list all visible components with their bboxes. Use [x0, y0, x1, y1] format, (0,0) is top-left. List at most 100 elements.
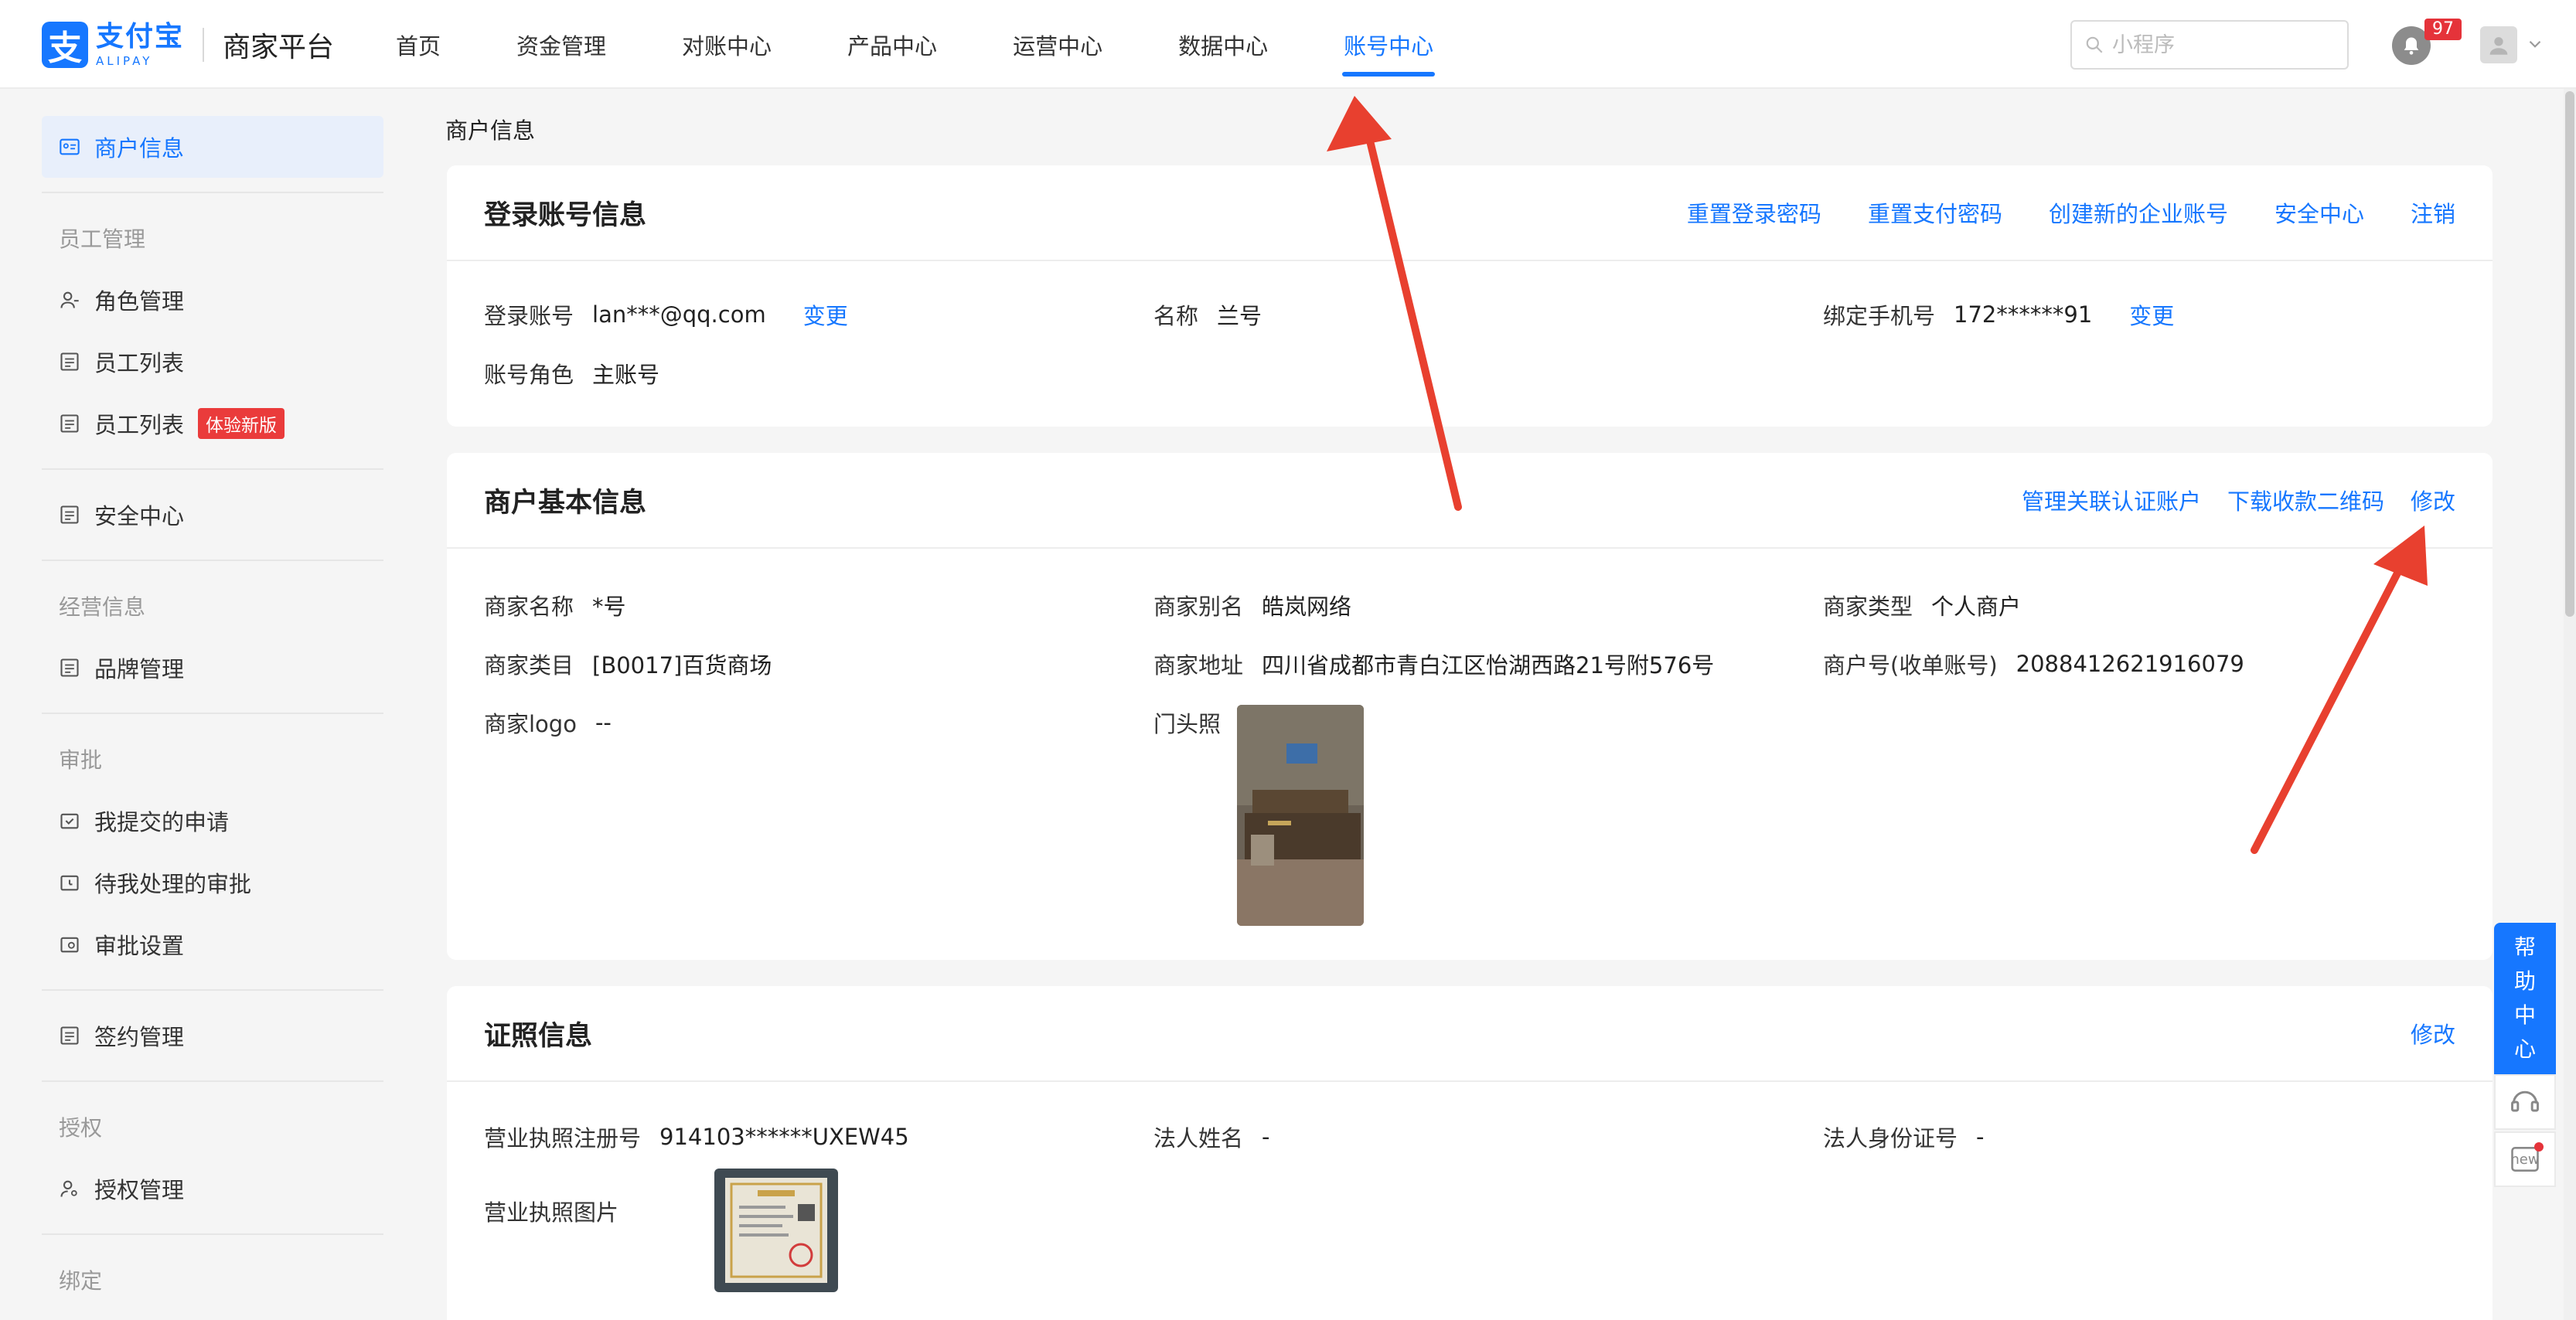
sidebar-item-label: 角色管理: [94, 288, 185, 315]
field-value: [B0017]百货商场: [592, 652, 772, 679]
divider: [42, 468, 383, 470]
license-image[interactable]: [714, 1169, 838, 1292]
help-center-button[interactable]: 帮 助 中 心: [2494, 923, 2556, 1074]
account-role-field: 账号角色 主账号: [484, 357, 659, 390]
logo-divider: [203, 28, 205, 62]
nav-funds[interactable]: 资金管理: [516, 0, 606, 89]
field-label: 绑定手机号: [1823, 303, 1936, 329]
change-phone-link[interactable]: 变更: [2129, 298, 2174, 331]
sidebar-item-label: 品牌管理: [94, 656, 185, 682]
logo-english: ALIPAY: [96, 53, 153, 68]
field-value: lan***@qq.com: [592, 301, 766, 328]
nav-products[interactable]: 产品中心: [847, 0, 937, 89]
sidebar-item-contracts[interactable]: 签约管理: [42, 1005, 383, 1067]
divider: [42, 989, 383, 991]
sidebar-item-label: 审批设置: [94, 933, 185, 959]
help-char: 心: [2513, 1036, 2536, 1062]
list-doc-icon: [60, 352, 79, 371]
sidebar-item-label: 签约管理: [94, 1024, 185, 1050]
sidebar-item-staff-list[interactable]: 员工列表: [42, 331, 383, 393]
notification-count-badge: 97: [2424, 19, 2462, 40]
sidebar-item-security[interactable]: 安全中心: [42, 484, 383, 546]
sidebar-item-brand[interactable]: 品牌管理: [42, 637, 383, 699]
avatar[interactable]: [2480, 26, 2517, 63]
edit-basic-info-link[interactable]: 修改: [2411, 484, 2455, 516]
license-info-card: 证照信息 修改 营业执照注册号 914103******UXEW45 法人姓名 …: [447, 986, 2493, 1320]
top-bar: 支 支付宝 ALIPAY 商家平台 首页 资金管理 对账中心 产品中心 运营中心…: [0, 0, 2576, 89]
field-value: 四川省成都市青白江区怡湖西路21号附576号: [1262, 652, 1715, 679]
field-value: -: [1976, 1124, 1985, 1150]
new-label: new: [2510, 1151, 2540, 1168]
trial-version-tag[interactable]: 体验新版: [198, 408, 285, 439]
main-nav: 首页 资金管理 对账中心 产品中心 运营中心 数据中心 账号中心: [396, 0, 1509, 89]
scrollbar-thumb[interactable]: [2565, 91, 2574, 617]
merchant-pid-field: 商户号(收单账号) 2088412621916079: [1823, 648, 2244, 680]
field-label: 名称: [1153, 303, 1199, 329]
sidebar-group-business: 经营信息: [59, 594, 146, 620]
sidebar-item-label: 员工列表: [94, 412, 185, 438]
edit-license-link[interactable]: 修改: [2411, 1017, 2455, 1050]
merchant-address-field: 商家地址 四川省成都市青白江区怡湖西路21号附576号: [1153, 648, 1714, 680]
chevron-down-icon[interactable]: [2525, 34, 2545, 54]
field-value: 172******91: [1954, 301, 2093, 328]
divider: [42, 1233, 383, 1235]
bound-phone-field: 绑定手机号 172******91 变更: [1823, 298, 2174, 331]
nav-data[interactable]: 数据中心: [1178, 0, 1268, 89]
customer-service-button[interactable]: [2494, 1074, 2556, 1130]
sidebar-item-label: 待我处理的审批: [94, 871, 252, 897]
legal-person-name-field: 法人姓名 -: [1153, 1121, 1269, 1153]
reset-login-password-link[interactable]: 重置登录密码: [1687, 196, 1821, 229]
field-label: 商家类目: [484, 652, 574, 679]
sidebar: 商户信息 员工管理 角色管理 员工列表 员工列表 体验新版 安全中心 经营信息 …: [42, 116, 383, 1311]
download-qr-code-link[interactable]: 下载收款二维码: [2227, 484, 2384, 516]
sidebar-item-label: 授权管理: [94, 1177, 185, 1203]
card-title: 登录账号信息: [484, 199, 647, 231]
sidebar-item-label: 我提交的申请: [94, 809, 230, 835]
nav-reconciliation[interactable]: 对账中心: [682, 0, 772, 89]
logo-name: 支付宝: [96, 20, 185, 53]
sidebar-item-label: 员工列表: [94, 350, 185, 376]
search-input[interactable]: [2112, 32, 2336, 57]
create-enterprise-account-link[interactable]: 创建新的企业账号: [2049, 196, 2228, 229]
field-value: -: [1262, 1124, 1270, 1150]
card-title: 商户基本信息: [484, 487, 647, 519]
search-icon: [2086, 36, 2103, 53]
check-calendar-icon: [60, 813, 79, 829]
merchant-name-field: 商家名称 *号: [484, 589, 626, 621]
field-value: 914103******UXEW45: [659, 1124, 909, 1150]
legal-person-id-field: 法人身份证号 -: [1823, 1121, 1984, 1153]
cancel-account-link[interactable]: 注销: [2411, 196, 2455, 229]
field-label: 法人身份证号: [1823, 1125, 1958, 1152]
reset-payment-password-link[interactable]: 重置支付密码: [1868, 196, 2002, 229]
search-box[interactable]: [2070, 20, 2349, 70]
field-label: 商家别名: [1153, 594, 1244, 620]
sidebar-item-staff-list-new[interactable]: 员工列表 体验新版: [42, 393, 383, 454]
nav-account-center[interactable]: 账号中心: [1342, 0, 1436, 89]
sidebar-item-authorization[interactable]: 授权管理: [42, 1158, 383, 1220]
nav-home[interactable]: 首页: [396, 0, 441, 89]
change-account-link[interactable]: 变更: [803, 298, 848, 331]
sidebar-item-pending-approvals[interactable]: 待我处理的审批: [42, 852, 383, 913]
alipay-logo[interactable]: 支 支付宝 ALIPAY 商家平台: [42, 22, 334, 68]
sidebar-item-roles[interactable]: 角色管理: [42, 269, 383, 331]
whats-new-button[interactable]: new: [2494, 1131, 2556, 1187]
nav-operations[interactable]: 运营中心: [1013, 0, 1102, 89]
field-value: --: [595, 709, 612, 736]
sidebar-item-my-applications[interactable]: 我提交的申请: [42, 790, 383, 852]
divider: [42, 1080, 383, 1082]
merchant-alias-field: 商家别名 皓岚网络: [1153, 589, 1351, 621]
field-label: 商家logo: [484, 711, 577, 737]
manage-linked-accounts-link[interactable]: 管理关联认证账户: [2022, 484, 2201, 516]
merchant-category-field: 商家类目 [B0017]百货商场: [484, 648, 772, 680]
divider: [42, 560, 383, 561]
sidebar-item-approval-settings[interactable]: 审批设置: [42, 913, 383, 975]
security-center-link[interactable]: 安全中心: [2274, 196, 2364, 229]
sidebar-item-merchant-info[interactable]: 商户信息: [42, 116, 383, 178]
login-account-card: 登录账号信息 重置登录密码 重置支付密码 创建新的企业账号 安全中心 注销 登录…: [447, 165, 2493, 427]
field-value: 2088412621916079: [2015, 651, 2244, 677]
list-doc-icon: [60, 505, 79, 524]
help-char: 帮: [2513, 934, 2536, 960]
storefront-photo[interactable]: [1237, 705, 1364, 926]
field-label: 法人姓名: [1153, 1125, 1244, 1152]
field-label: 账号角色: [484, 362, 574, 388]
